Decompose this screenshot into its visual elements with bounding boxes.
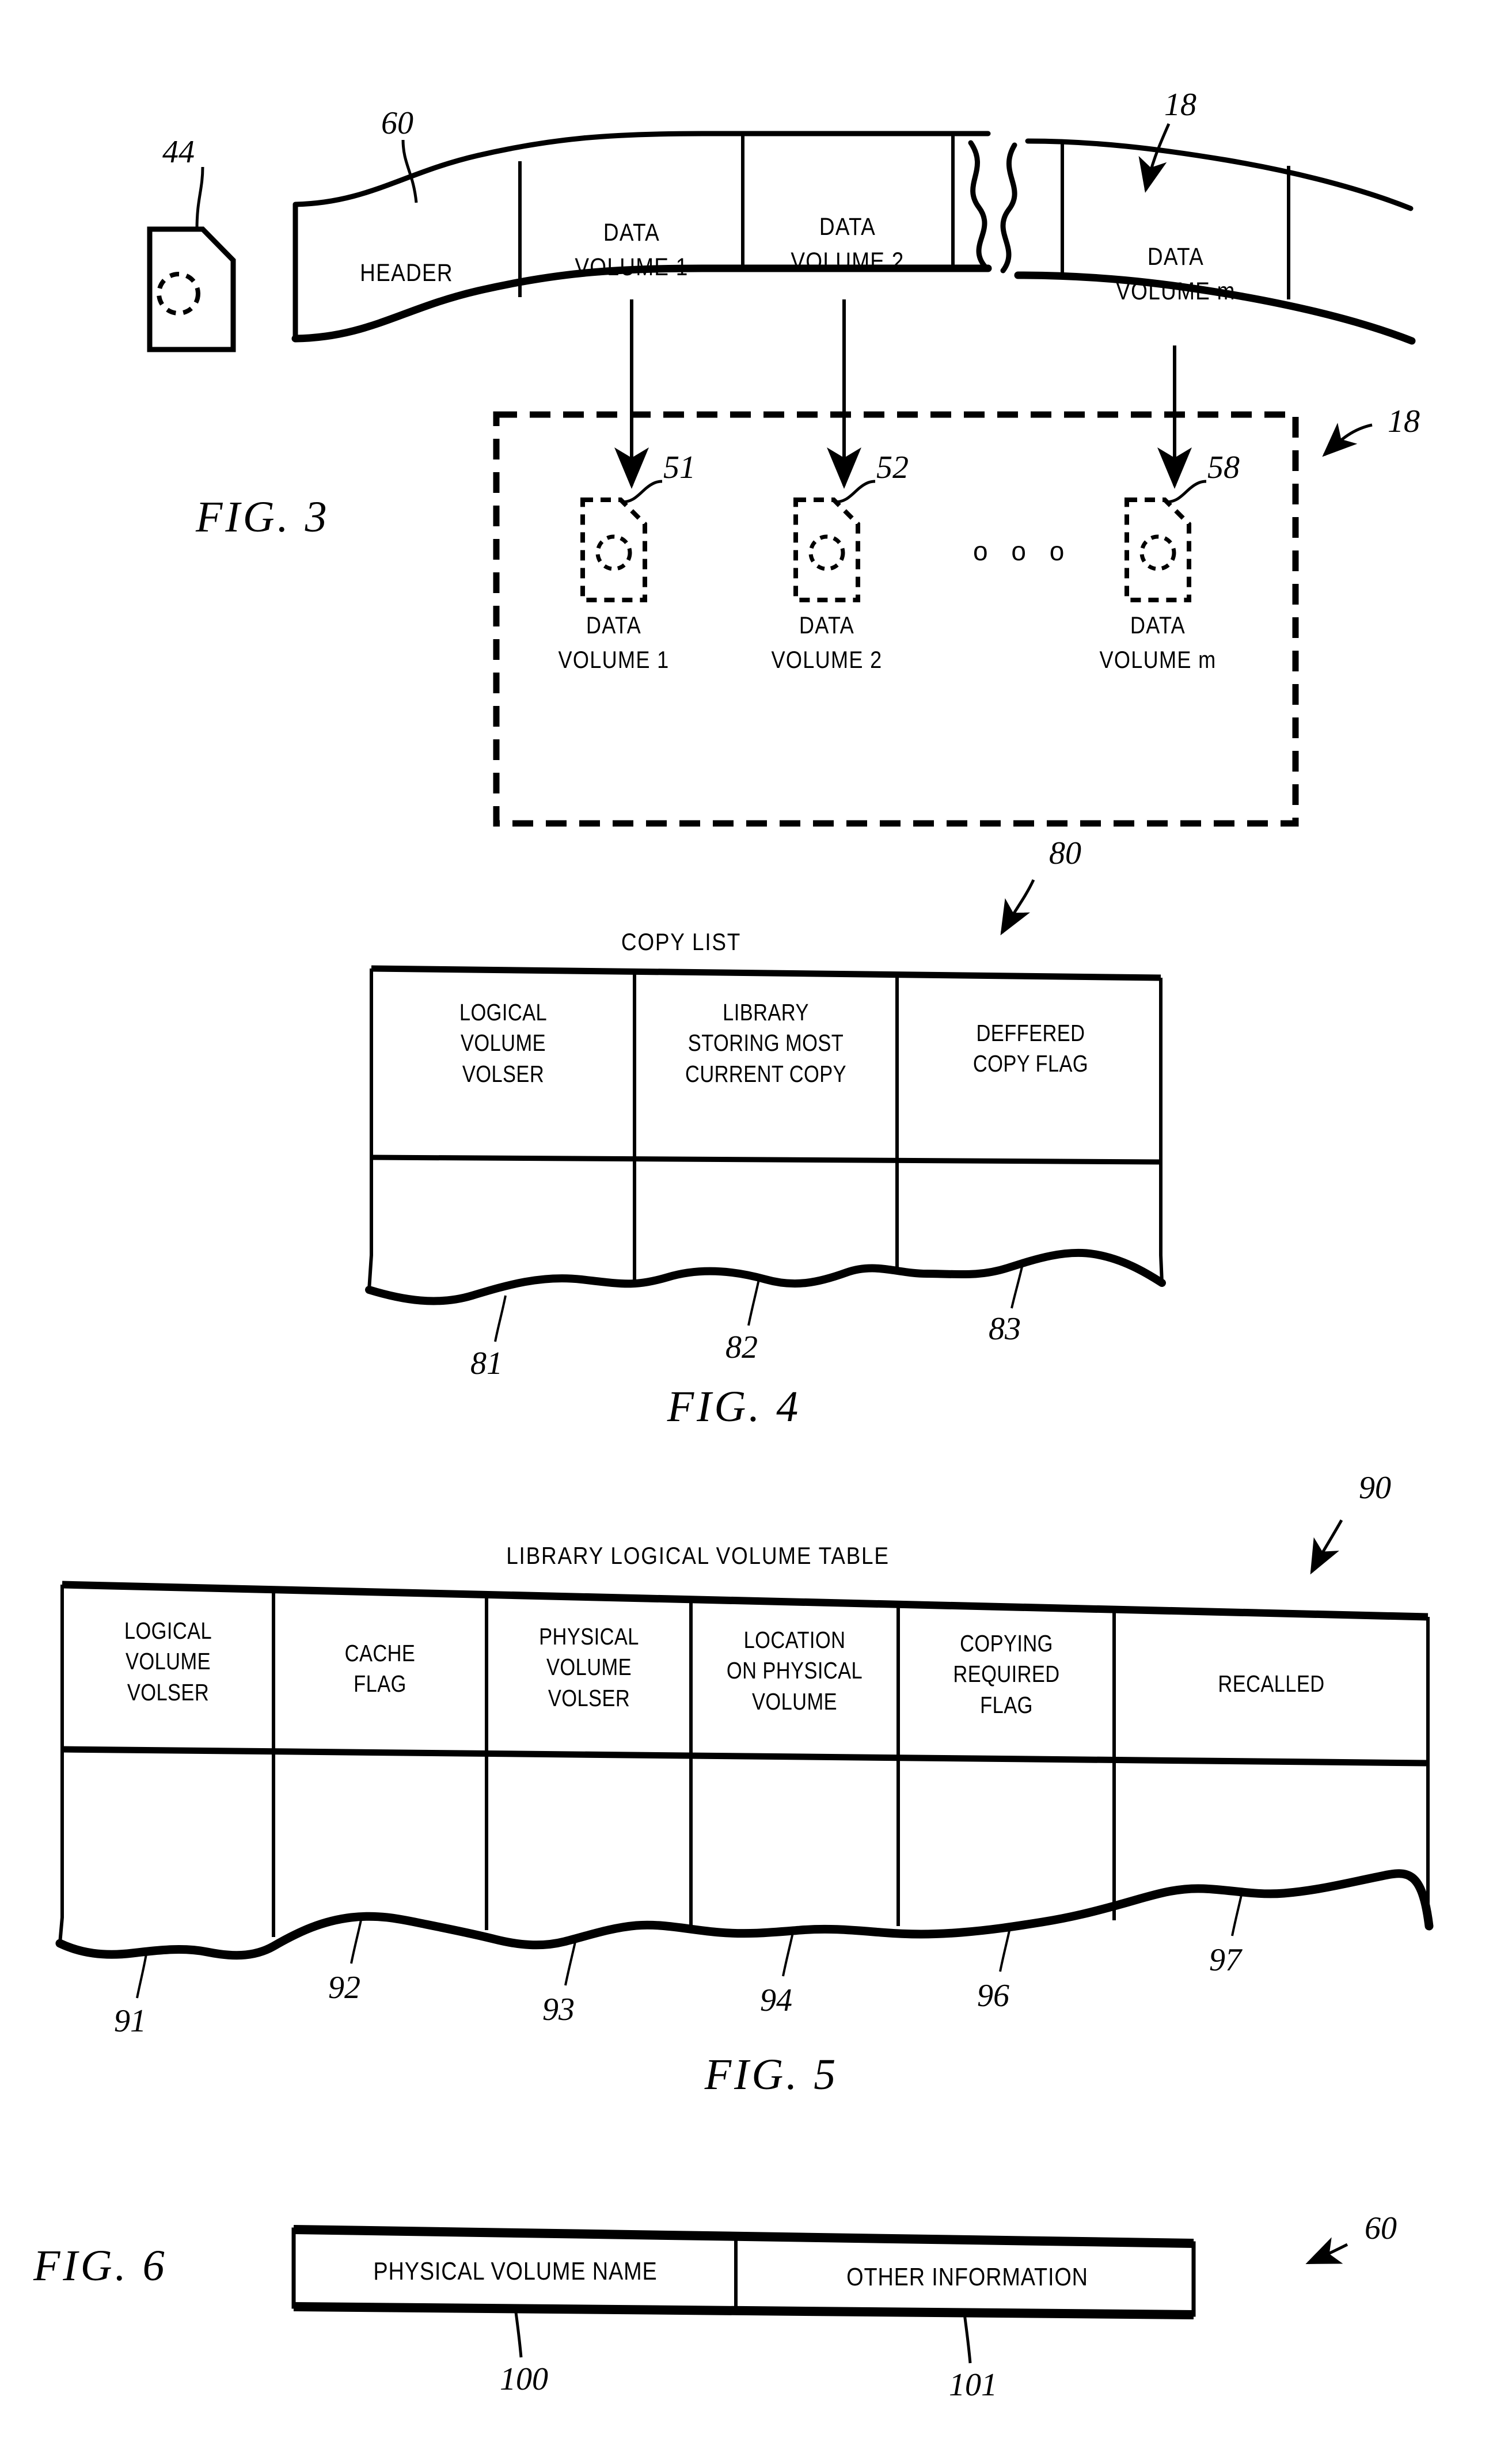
tape-segment-volume-1-line1: DATA: [603, 219, 660, 246]
copy-list-col-2-line-3: CURRENT COPY: [685, 1060, 846, 1087]
fig-3-label: FIG. 3: [196, 493, 330, 541]
logical-volume-1-line2: VOLUME 1: [558, 646, 670, 673]
library-col-3-line-1: PHYSICAL: [539, 1623, 639, 1650]
copy-list-col-1-line-3: VOLSER: [462, 1060, 545, 1087]
ref-100: 100: [500, 2361, 548, 2397]
library-col-1-line-1: LOGICAL: [124, 1617, 212, 1644]
tape-segment-volume-2-line1: DATA: [819, 213, 876, 241]
ref-80: 80: [1049, 835, 1081, 871]
fig6-field-physical-volume-name: PHYSICAL VOLUME NAME: [373, 2257, 658, 2285]
ref-83: 83: [989, 1311, 1021, 1347]
ref-91: 91: [114, 2003, 146, 2039]
ref-93: 93: [542, 1992, 575, 2027]
ref-94: 94: [760, 1983, 792, 2018]
leader-51: [621, 480, 663, 504]
ref-18-tape: 18: [1164, 87, 1196, 123]
fig-5-label: FIG. 5: [704, 2050, 839, 2099]
logical-volume-2-line2: VOLUME 2: [771, 646, 883, 673]
ref-92: 92: [328, 1970, 360, 2006]
copy-list-col-2-line-2: STORING MOST: [687, 1030, 844, 1057]
logical-cartridge-52: [793, 497, 860, 602]
library-col-4-header: LOCATION ON PHYSICAL VOLUME: [727, 1625, 863, 1717]
ref-52: 52: [876, 450, 909, 485]
library-col-4-line-2: ON PHYSICAL: [726, 1657, 863, 1684]
copy-list-col-3-line-2: COPY FLAG: [972, 1050, 1089, 1077]
ref-96: 96: [977, 1978, 1009, 2014]
library-col-3-line-2: VOLUME: [546, 1654, 632, 1681]
fig6-field-other-information: OTHER INFORMATION: [846, 2263, 1088, 2291]
library-col-5-header: COPYING REQUIRED FLAG: [953, 1628, 1059, 1721]
tape-segment-volume-1-line2: VOLUME 1: [575, 253, 689, 281]
copy-list-title: COPY LIST: [621, 928, 742, 955]
library-col-1-line-3: VOLSER: [127, 1678, 210, 1706]
ref-60-tape: 60: [381, 105, 413, 141]
ref-90: 90: [1359, 1470, 1391, 1506]
copy-list-col-2-line-1: LIBRARY: [723, 999, 809, 1026]
leader-18-group: [1322, 423, 1373, 457]
tape-segment-volume-2-line2: VOLUME 2: [791, 248, 905, 275]
ref-60-fig6: 60: [1365, 2211, 1397, 2246]
ref-44: 44: [162, 134, 195, 170]
physical-volume-record-60: [291, 2225, 1196, 2364]
library-col-3-header: PHYSICAL VOLUME VOLSER: [539, 1621, 639, 1714]
logical-cartridge-51: [580, 497, 647, 602]
ref-81: 81: [470, 1346, 503, 1381]
ref-82: 82: [725, 1330, 758, 1365]
copy-list-col-1-line-2: VOLUME: [461, 1030, 546, 1057]
logical-volume-1-line1: DATA: [586, 612, 642, 639]
ref-101: 101: [949, 2367, 997, 2403]
library-col-4-line-3: VOLUME: [752, 1688, 837, 1715]
library-col-1-header: LOGICAL VOLUME VOLSER: [124, 1616, 212, 1708]
library-col-2-line-2: FLAG: [354, 1670, 407, 1697]
leader-52: [834, 480, 876, 504]
cartridge-44: [147, 226, 236, 352]
library-col-1-line-2: VOLUME: [126, 1648, 211, 1675]
leader-60-fig6: [1305, 2237, 1348, 2265]
library-col-5-line-3: FLAG: [980, 1691, 1033, 1718]
fig-6-label: FIG. 6: [33, 2242, 168, 2290]
tape-segment-volume-m-line1: DATA: [1147, 243, 1205, 271]
library-col-2-header: CACHE FLAG: [345, 1638, 416, 1700]
library-col-6-line-1: RECALLED: [1218, 1670, 1325, 1697]
leader-60: [401, 139, 418, 203]
leader-90: [1310, 1519, 1343, 1575]
ref-58: 58: [1207, 450, 1240, 485]
copy-list-col-3-header: DEFFERED COPY FLAG: [973, 1018, 1088, 1080]
ellipsis-dots: o o o: [973, 536, 1073, 566]
logical-volume-m-line1: DATA: [1130, 612, 1186, 639]
patent-drawing-sheet: 44 60 18 18 HEADER DATA VOLUME 1 DATA VO…: [0, 0, 1512, 2442]
library-col-6-header: RECALLED: [1218, 1669, 1324, 1699]
library-col-5-line-2: REQUIRED: [953, 1661, 1060, 1688]
copy-list-col-2-header: LIBRARY STORING MOST CURRENT COPY: [685, 997, 846, 1089]
fig-4-label: FIG. 4: [667, 1383, 801, 1431]
logical-volume-m-line2: VOLUME m: [1099, 646, 1217, 673]
tape-segment-header: HEADER: [360, 259, 453, 287]
tape-segment-volume-m-line2: VOLUME m: [1116, 278, 1236, 305]
leader-58: [1165, 480, 1207, 504]
leader-18-top: [1138, 123, 1171, 193]
library-col-5-line-1: COPYING: [960, 1630, 1053, 1657]
library-col-3-line-3: VOLSER: [548, 1684, 630, 1711]
copy-list-col-1-line-1: LOGICAL: [459, 999, 548, 1026]
leader-80: [1000, 879, 1035, 936]
library-col-4-line-1: LOCATION: [743, 1627, 846, 1653]
ref-51: 51: [663, 450, 696, 485]
logical-volume-2-line1: DATA: [799, 612, 855, 639]
library-col-2-line-1: CACHE: [344, 1640, 416, 1666]
ref-18-group: 18: [1388, 404, 1420, 439]
copy-list-col-1-header: LOGICAL VOLUME VOLSER: [459, 997, 547, 1089]
leader-44: [195, 166, 204, 230]
library-table-title: LIBRARY LOGICAL VOLUME TABLE: [506, 1542, 890, 1569]
ref-97: 97: [1209, 1942, 1241, 1978]
copy-list-col-3-line-1: DEFFERED: [976, 1020, 1085, 1046]
